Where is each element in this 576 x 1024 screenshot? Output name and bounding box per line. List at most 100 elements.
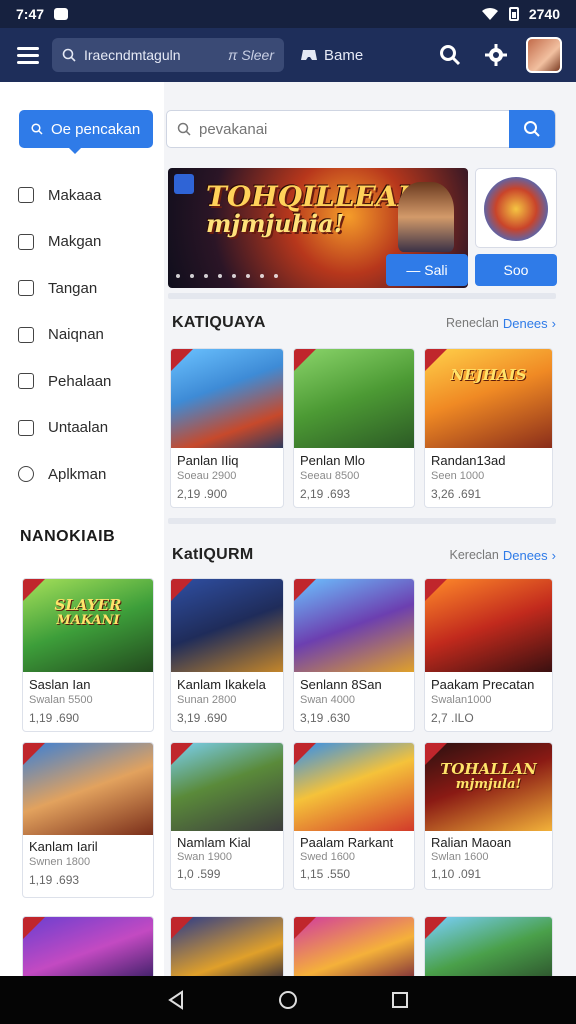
gamepad-icon: [301, 50, 317, 60]
divider: [168, 518, 556, 524]
sidebar-heading: NANOKIAIB: [20, 528, 116, 545]
game-price: 1,0 .599: [177, 867, 221, 881]
game-name: Saslan Ian: [29, 677, 91, 692]
game-price: 2,19 .900: [177, 487, 228, 501]
sidebar-item-pehalaan[interactable]: Pehalaan: [18, 358, 111, 405]
game-name: Kanlam Iaril: [29, 839, 98, 854]
home-icon[interactable]: [278, 990, 298, 1010]
search-icon: [440, 45, 461, 66]
appbar-search-text: Iraecndmtaguln: [84, 47, 181, 63]
game-meta: Swnen 1800: [29, 856, 91, 868]
featured-side-card[interactable]: [475, 168, 557, 248]
game-name: Paalam Rarkant: [300, 835, 394, 850]
game-card[interactable]: Paalam Rarkant Swed 1600 1,15 .550: [293, 742, 415, 890]
section-title: KATIQUAYA: [172, 314, 266, 331]
gear-icon: [485, 44, 507, 66]
game-price: 1,15 .550: [300, 867, 351, 881]
tablet-icon: [18, 233, 34, 250]
sidebar-item-naiqnan[interactable]: Naiqnan: [18, 312, 111, 359]
game-menu[interactable]: Bame: [300, 47, 363, 64]
section-more-link[interactable]: Kereclan Denees ›: [450, 548, 557, 563]
game-price: 1,19 .693: [29, 873, 80, 887]
sidebar-item-makaaa[interactable]: Makaaa: [18, 172, 111, 219]
game-art: SLAYER MAKANI: [23, 579, 153, 672]
game-card[interactable]: Paakam Precatan Swalan1000 2,7 .ILO: [424, 578, 553, 732]
game-price: 1,19 .690: [29, 711, 80, 725]
divider: [168, 293, 556, 299]
recents-icon[interactable]: [391, 991, 409, 1009]
notification-icon: [54, 8, 69, 20]
game-price: 1,10 .091: [431, 867, 482, 881]
game-name: Senlann 8San: [300, 677, 382, 692]
status-bar: 7:47 2740: [0, 0, 576, 28]
game-meta: Seen 1000: [431, 470, 485, 482]
game-meta: Swlan 1600: [431, 851, 489, 863]
game-meta: Seeau 8500: [300, 470, 360, 482]
game-card[interactable]: Namlam Kial Swan 1900 1,0 .599: [170, 742, 284, 890]
menu-icon[interactable]: [14, 41, 42, 69]
sidebar-item-tangan[interactable]: Tangan: [18, 265, 111, 312]
sidebar-item-label: Pehalaan: [48, 372, 112, 390]
sidebar-item-label: Makgan: [48, 233, 102, 251]
game-name: Namlam Kial: [177, 835, 251, 850]
game-meta: Swalan1000: [431, 694, 492, 706]
search-icon: [31, 123, 43, 135]
game-art: [294, 743, 414, 831]
calendar-icon: [18, 373, 34, 390]
side-card-button[interactable]: Soo: [475, 254, 557, 286]
avatar[interactable]: [526, 37, 562, 73]
game-thumbnail: [484, 177, 548, 241]
game-card[interactable]: Senlann 8San Swan 4000 3,19 .630: [293, 578, 415, 732]
game-art: [294, 579, 414, 672]
game-name: Ralian Maoan: [431, 835, 512, 850]
game-art: [171, 349, 283, 448]
chevron-right-icon: ›: [551, 315, 556, 331]
clock: 7:47: [16, 6, 45, 22]
search-submit-button[interactable]: [509, 110, 555, 148]
battery-icon: [508, 7, 519, 21]
section-header: KATIQUAYA Reneclan Denees ›: [172, 314, 556, 332]
game-art: [294, 349, 414, 448]
banner-button[interactable]: — Sali: [386, 254, 468, 286]
game-price: 3,26 .691: [431, 487, 482, 501]
clipboard-icon: [18, 419, 34, 436]
app-bar: Iraecndmtaguln π Sleer Bame: [0, 28, 576, 82]
game-meta: Swed 1600: [300, 851, 356, 863]
settings-button[interactable]: [480, 39, 512, 71]
search-button[interactable]: [434, 39, 466, 71]
category-button[interactable]: Oe pencakan: [19, 110, 153, 154]
bookmark-icon: [18, 187, 34, 204]
sidebar-item-label: Tangan: [48, 279, 98, 297]
game-art: [171, 743, 283, 831]
wifi-icon: [481, 7, 498, 20]
game-card[interactable]: Kanlam Iaril Swnen 1800 1,19 .693: [22, 742, 154, 898]
sidebar-item-aplkman[interactable]: Aplkman: [18, 451, 111, 498]
game-art: TOHALLAN mjmjula!: [425, 743, 552, 831]
category-button-label: Oe pencakan: [51, 120, 141, 138]
appbar-search-field[interactable]: Iraecndmtaguln π Sleer: [52, 38, 284, 72]
filter-label[interactable]: π Sleer: [228, 47, 274, 63]
sidebar-list: Makaaa Makgan Tangan Naiqnan Pehalaan Un…: [18, 172, 111, 498]
search-icon: [62, 48, 76, 62]
game-card[interactable]: SLAYER MAKANI Saslan Ian Swalan 5500 1,19…: [22, 578, 154, 732]
game-meta: Swan 4000: [300, 694, 356, 706]
game-card[interactable]: Kanlam Ikakela Sunan 2800 3,19 .690: [170, 578, 284, 732]
game-card[interactable]: TOHALLAN mjmjula! Ralian Maoan Swlan 1600…: [424, 742, 553, 890]
banner-character: [398, 182, 454, 252]
sidebar-item-makgan[interactable]: Makgan: [18, 219, 111, 266]
game-card[interactable]: Panlan IIiq Soeau 2900 2,19 .900: [170, 348, 284, 508]
game-card[interactable]: Penlan Mlo Seeau 8500 2,19 .693: [293, 348, 415, 508]
game-art: [425, 579, 552, 672]
section-more-link[interactable]: Reneclan Denees ›: [446, 316, 556, 331]
game-name: Paakam Precatan: [431, 677, 535, 692]
back-icon[interactable]: [167, 990, 185, 1010]
search-input[interactable]: [199, 120, 499, 138]
game-card[interactable]: NEJHAIS Randan13ad Seen 1000 3,26 .691: [424, 348, 553, 508]
search-icon: [177, 122, 191, 136]
game-meta: Soeau 2900: [177, 470, 237, 482]
sidebar-item-untaalan[interactable]: Untaalan: [18, 405, 111, 452]
section-title: KatIQURM: [172, 546, 254, 563]
sidebar-item-label: Naiqnan: [48, 326, 104, 344]
bag-icon: [18, 280, 34, 297]
game-art: [171, 579, 283, 672]
